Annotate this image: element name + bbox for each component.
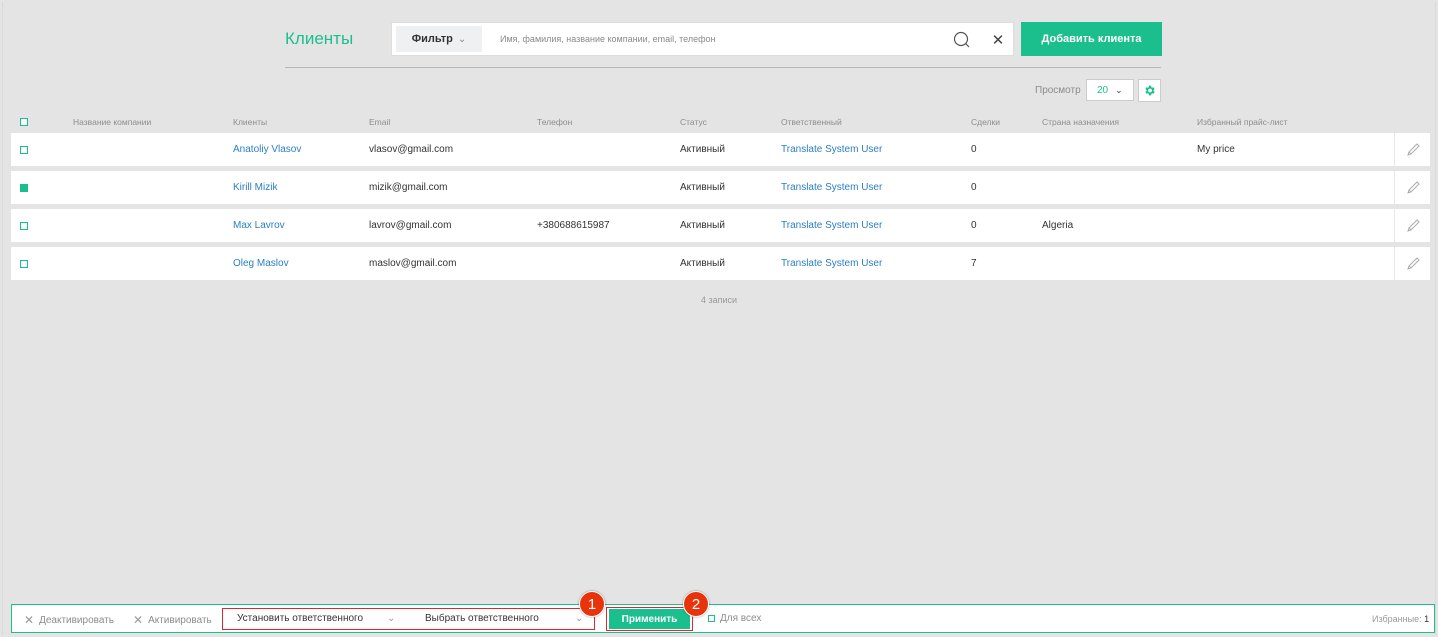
close-icon[interactable]: ✕ <box>988 30 1008 50</box>
owner-select[interactable]: Выбрать ответственного ⌄ <box>425 613 585 624</box>
search-input[interactable] <box>500 28 930 50</box>
cell-email: maslov@gmail.com <box>369 258 457 269</box>
cell-deals: 7 <box>971 258 977 269</box>
pencil-icon <box>1406 142 1420 156</box>
column-header-country[interactable]: Страна назначения <box>1042 117 1119 127</box>
cell-status: Активный <box>680 144 725 155</box>
chevron-down-icon: ⌄ <box>1115 84 1123 95</box>
row-checkbox[interactable] <box>20 184 28 192</box>
column-header-deals[interactable]: Сделки <box>971 117 1000 127</box>
column-header-phone[interactable]: Телефон <box>537 117 572 127</box>
apply-button[interactable]: Применить <box>609 609 690 629</box>
chevron-down-icon: ⌄ <box>457 33 467 45</box>
app-frame <box>2 2 1436 635</box>
search-bar: Фильтр ⌄ ✕ <box>391 22 1014 56</box>
cell-client-link[interactable]: Oleg Maslov <box>233 258 289 269</box>
filter-dropdown[interactable]: Фильтр ⌄ <box>396 26 482 52</box>
gear-icon <box>1145 85 1155 96</box>
cell-deals: 0 <box>971 144 977 155</box>
settings-button[interactable] <box>1138 79 1161 102</box>
cell-phone: +380688615987 <box>537 220 610 231</box>
highlight-box-1: Установить ответственного ⌄ Выбрать отве… <box>222 608 595 630</box>
cell-pricelist: My price <box>1197 144 1235 155</box>
favorites-counter: Избранные: 1 <box>1372 614 1429 624</box>
column-header-owner[interactable]: Ответственный <box>781 117 842 127</box>
edit-button[interactable] <box>1394 247 1430 280</box>
for-all-label: Для всех <box>720 613 762 624</box>
cell-client-link[interactable]: Kirill Mizik <box>233 182 277 193</box>
row-checkbox[interactable] <box>20 260 28 268</box>
column-header-client[interactable]: Клиенты <box>233 117 267 127</box>
for-all-checkbox-box[interactable] <box>708 615 715 622</box>
row-checkbox[interactable] <box>20 146 28 154</box>
action-select-value: Установить ответственного <box>237 613 364 624</box>
cell-status: Активный <box>680 258 725 269</box>
cell-owner-link[interactable]: Translate System User <box>781 220 882 231</box>
table-row[interactable]: Max Lavrov lavrov@gmail.com +38068861598… <box>11 209 1430 242</box>
cell-owner-link[interactable]: Translate System User <box>781 182 882 193</box>
cell-deals: 0 <box>971 220 977 231</box>
activate-button[interactable]: ✕ Активировать <box>133 613 212 627</box>
cell-client-link[interactable]: Anatoliy Vlasov <box>233 144 301 155</box>
pencil-icon <box>1406 180 1420 194</box>
page-size-value: 20 <box>1097 84 1109 96</box>
favorites-label: Избранные: <box>1372 614 1422 624</box>
deactivate-button[interactable]: ✕ Деактивировать <box>24 613 114 627</box>
edit-button[interactable] <box>1394 209 1430 242</box>
page-size-select[interactable]: 20 ⌄ <box>1086 79 1134 101</box>
column-header-pricelist[interactable]: Избранный прайс-лист <box>1197 117 1288 127</box>
chevron-down-icon: ⌄ <box>575 613 584 624</box>
activate-label: Активировать <box>148 614 212 626</box>
pencil-icon <box>1406 218 1420 232</box>
table-row[interactable]: Kirill Mizik mizik@gmail.com Активный Tr… <box>11 171 1430 204</box>
close-icon: ✕ <box>133 613 144 627</box>
view-label: Просмотр <box>1035 85 1081 96</box>
deactivate-label: Деактивировать <box>39 614 114 626</box>
cell-email: mizik@gmail.com <box>369 182 448 193</box>
table-row[interactable]: Anatoliy Vlasov vlasov@gmail.com Активны… <box>11 133 1430 166</box>
select-all-checkbox[interactable] <box>20 118 28 126</box>
action-select[interactable]: Установить ответственного ⌄ <box>237 613 397 624</box>
cell-email: vlasov@gmail.com <box>369 144 454 155</box>
close-icon: ✕ <box>24 613 35 627</box>
cell-status: Активный <box>680 182 725 193</box>
column-header-email[interactable]: Email <box>369 117 390 127</box>
row-checkbox[interactable] <box>20 222 28 230</box>
add-client-button[interactable]: Добавить клиента <box>1021 22 1162 56</box>
annotation-badge-2: 2 <box>683 591 709 617</box>
annotation-badge-1: 1 <box>579 591 605 617</box>
cell-client-link[interactable]: Max Lavrov <box>233 220 285 231</box>
page-title: Клиенты <box>285 29 354 48</box>
cell-owner-link[interactable]: Translate System User <box>781 258 882 269</box>
cell-deals: 0 <box>971 182 977 193</box>
pencil-icon <box>1406 256 1420 270</box>
header-divider <box>285 67 1161 68</box>
table-row[interactable]: Oleg Maslov maslov@gmail.com Активный Tr… <box>11 247 1430 280</box>
edit-button[interactable] <box>1394 133 1430 166</box>
filter-label: Фильтр <box>411 33 453 45</box>
records-count: 4 записи <box>700 295 738 305</box>
for-all-checkbox[interactable]: Для всех <box>708 613 761 624</box>
search-icon[interactable] <box>952 30 972 50</box>
chevron-down-icon: ⌄ <box>387 613 396 624</box>
cell-owner-link[interactable]: Translate System User <box>781 144 882 155</box>
cell-email: lavrov@gmail.com <box>369 220 452 231</box>
cell-status: Активный <box>680 220 725 231</box>
cell-country: Algeria <box>1042 220 1074 231</box>
column-header-status[interactable]: Статус <box>680 117 707 127</box>
favorites-count: 1 <box>1424 614 1430 624</box>
owner-select-value: Выбрать ответственного <box>425 613 539 624</box>
column-header-company[interactable]: Название компании <box>73 117 151 127</box>
edit-button[interactable] <box>1394 171 1430 204</box>
